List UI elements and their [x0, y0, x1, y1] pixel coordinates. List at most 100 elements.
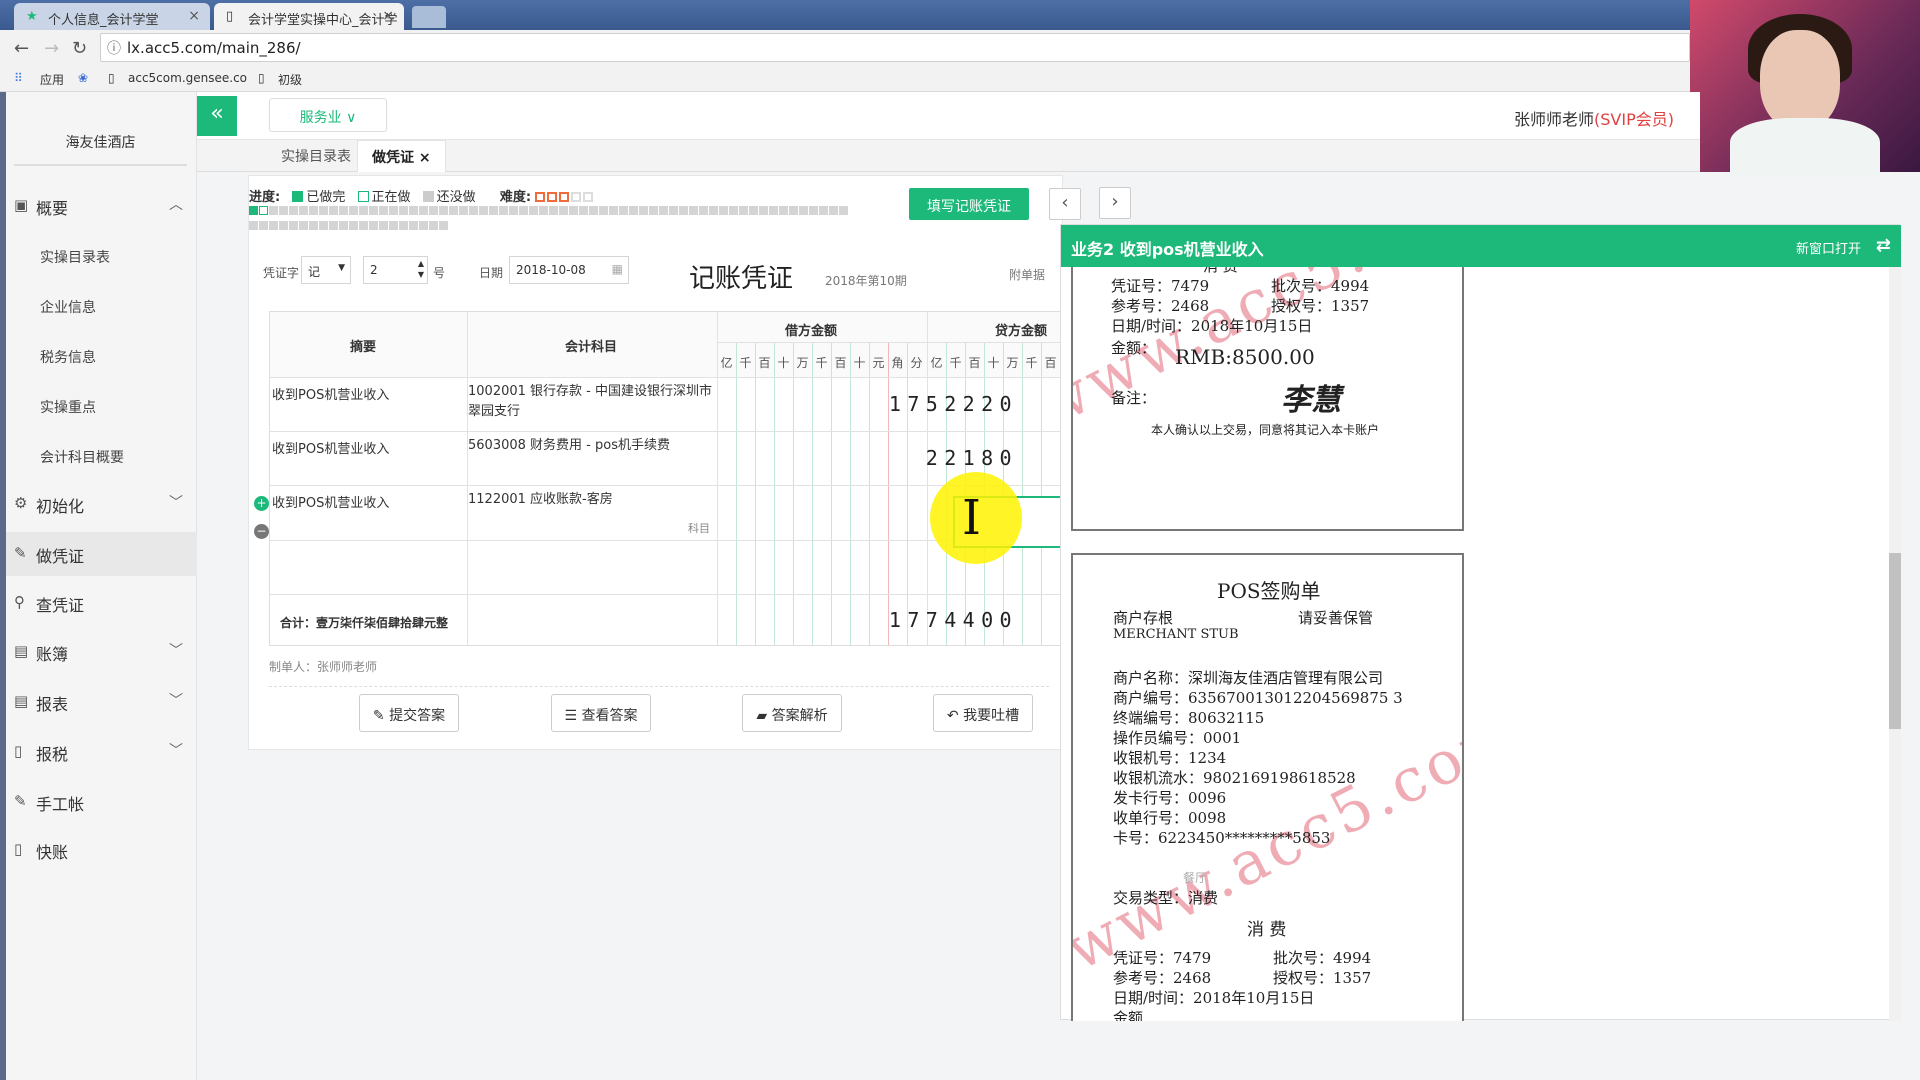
prev-button[interactable]: ‹ — [1049, 188, 1081, 220]
sidebar-subitem-company-info[interactable]: 企业信息 — [0, 284, 197, 328]
progress-cell[interactable] — [539, 206, 548, 215]
scrollbar-thumb[interactable] — [1889, 553, 1901, 729]
fill-voucher-button[interactable]: 填写记账凭证 — [909, 188, 1029, 220]
progress-cell[interactable] — [419, 206, 428, 215]
progress-cell[interactable] — [339, 221, 348, 230]
sidebar-item-init[interactable]: ⚙ 初始化 ﹀ — [0, 482, 197, 526]
collapse-sidebar-button[interactable]: « — [197, 96, 237, 136]
progress-cell[interactable] — [309, 221, 318, 230]
progress-cell[interactable] — [739, 206, 748, 215]
sidebar-item-overview[interactable]: ▣ 概要 ︿ — [0, 184, 197, 228]
progress-cell[interactable] — [259, 206, 268, 215]
progress-cell[interactable] — [689, 206, 698, 215]
row-summary[interactable]: 收到POS机营业收入 — [272, 384, 389, 403]
progress-cell[interactable] — [439, 206, 448, 215]
row-summary[interactable]: 收到POS机营业收入 — [272, 438, 389, 457]
progress-cell[interactable] — [719, 206, 728, 215]
progress-cell[interactable] — [329, 206, 338, 215]
progress-cell[interactable] — [729, 206, 738, 215]
progress-cell[interactable] — [279, 221, 288, 230]
scrollbar[interactable] — [1889, 267, 1901, 1021]
progress-cell[interactable] — [669, 206, 678, 215]
progress-cell[interactable] — [479, 206, 488, 215]
sidebar-subitem-accounts[interactable]: 会计科目概要 — [0, 434, 197, 478]
progress-cell[interactable] — [639, 206, 648, 215]
progress-cell[interactable] — [289, 221, 298, 230]
sidebar-item-tax[interactable]: ▯ 报税 ﹀ — [0, 730, 197, 774]
sidebar-item-ledger[interactable]: ▤ 账簿 ﹀ — [0, 630, 197, 674]
progress-cell[interactable] — [389, 206, 398, 215]
progress-cell[interactable] — [449, 206, 458, 215]
open-new-window-link[interactable]: 新窗口打开 — [1796, 238, 1861, 257]
progress-cell[interactable] — [399, 221, 408, 230]
submit-answer-button[interactable]: ✎ 提交答案 — [359, 694, 459, 732]
progress-cell[interactable] — [829, 206, 838, 215]
tab-catalog[interactable]: 实操目录表 — [271, 146, 361, 166]
progress-cell[interactable] — [799, 206, 808, 215]
progress-cell[interactable] — [609, 206, 618, 215]
progress-cell[interactable] — [349, 206, 358, 215]
url-input[interactable]: ⓘ lx.acc5.com/main_286/ — [100, 33, 1690, 62]
progress-cell[interactable] — [489, 206, 498, 215]
voucher-number-stepper[interactable]: 2 ▲ ▼ — [363, 256, 428, 284]
progress-cell[interactable] — [419, 221, 428, 230]
progress-cell[interactable] — [549, 206, 558, 215]
apps-icon[interactable]: ⠿ — [14, 71, 23, 85]
close-tab-icon[interactable]: × — [188, 8, 200, 24]
progress-cell[interactable] — [569, 206, 578, 215]
progress-cell[interactable] — [809, 206, 818, 215]
stepper-arrows-icon[interactable]: ▲ ▼ — [418, 258, 424, 280]
add-row-icon[interactable]: + — [254, 496, 269, 511]
date-input[interactable]: 2018-10-08 ▦ — [509, 256, 629, 284]
paw-icon[interactable]: ❀ — [78, 71, 88, 85]
progress-cell[interactable] — [409, 206, 418, 215]
progress-cell[interactable] — [299, 206, 308, 215]
progress-cell[interactable] — [499, 206, 508, 215]
next-button[interactable]: › — [1099, 187, 1131, 219]
row-debit-amount[interactable]: 1752220 — [889, 392, 1018, 416]
view-answer-button[interactable]: ☰ 查看答案 — [551, 694, 651, 732]
progress-cell[interactable] — [819, 206, 828, 215]
progress-cell[interactable] — [389, 221, 398, 230]
progress-cell[interactable] — [399, 206, 408, 215]
progress-cell[interactable] — [299, 221, 308, 230]
bookmark-link[interactable]: acc5com.gensee.co — [128, 71, 247, 85]
progress-cell[interactable] — [679, 206, 688, 215]
row-debit-amount[interactable]: 22180 — [926, 446, 1018, 470]
progress-cell[interactable] — [379, 221, 388, 230]
progress-cell[interactable] — [579, 206, 588, 215]
browser-tab-active[interactable]: ▯ 会计学堂实操中心_会计学 × — [214, 3, 404, 30]
progress-cell[interactable] — [749, 206, 758, 215]
industry-dropdown[interactable]: 服务业 ∨ — [269, 98, 387, 132]
sidebar-item-make-voucher[interactable]: ✎ 做凭证 — [0, 532, 197, 576]
user-name[interactable]: 张师师老师(SVIP会员) — [1514, 106, 1674, 130]
sidebar-item-check-voucher[interactable]: ⚲ 查凭证 — [0, 581, 197, 625]
progress-cell[interactable] — [259, 221, 268, 230]
row-account[interactable]: 1002001 银行存款 - 中国建设银行深圳市翠园支行 — [468, 382, 718, 422]
sidebar-item-quick[interactable]: ▯ 快账 — [0, 828, 197, 872]
back-icon[interactable]: ← — [14, 38, 29, 59]
progress-cell[interactable] — [269, 206, 278, 215]
progress-cell[interactable] — [839, 206, 848, 215]
progress-cell[interactable] — [599, 206, 608, 215]
progress-cell[interactable] — [779, 206, 788, 215]
progress-cell[interactable] — [289, 206, 298, 215]
progress-cell[interactable] — [439, 221, 448, 230]
progress-cell[interactable] — [369, 206, 378, 215]
progress-cell[interactable] — [589, 206, 598, 215]
progress-cell[interactable] — [769, 206, 778, 215]
progress-cell[interactable] — [319, 206, 328, 215]
progress-cell[interactable] — [529, 206, 538, 215]
sidebar-subitem-catalog[interactable]: 实操目录表 — [0, 234, 197, 278]
progress-cell[interactable] — [379, 206, 388, 215]
calendar-icon[interactable]: ▦ — [612, 262, 623, 276]
row-summary[interactable]: 收到POS机营业收入 — [272, 492, 389, 511]
browser-tab[interactable]: ★ 个人信息_会计学堂 × — [14, 3, 210, 30]
progress-cell[interactable] — [329, 221, 338, 230]
sidebar-item-report[interactable]: ▤ 报表 ﹀ — [0, 680, 197, 724]
remove-row-icon[interactable]: − — [254, 524, 269, 539]
progress-cell[interactable] — [319, 221, 328, 230]
feedback-button[interactable]: ↶ 我要吐槽 — [933, 694, 1033, 732]
reload-icon[interactable]: ↻ — [72, 38, 87, 59]
progress-cell[interactable] — [649, 206, 658, 215]
